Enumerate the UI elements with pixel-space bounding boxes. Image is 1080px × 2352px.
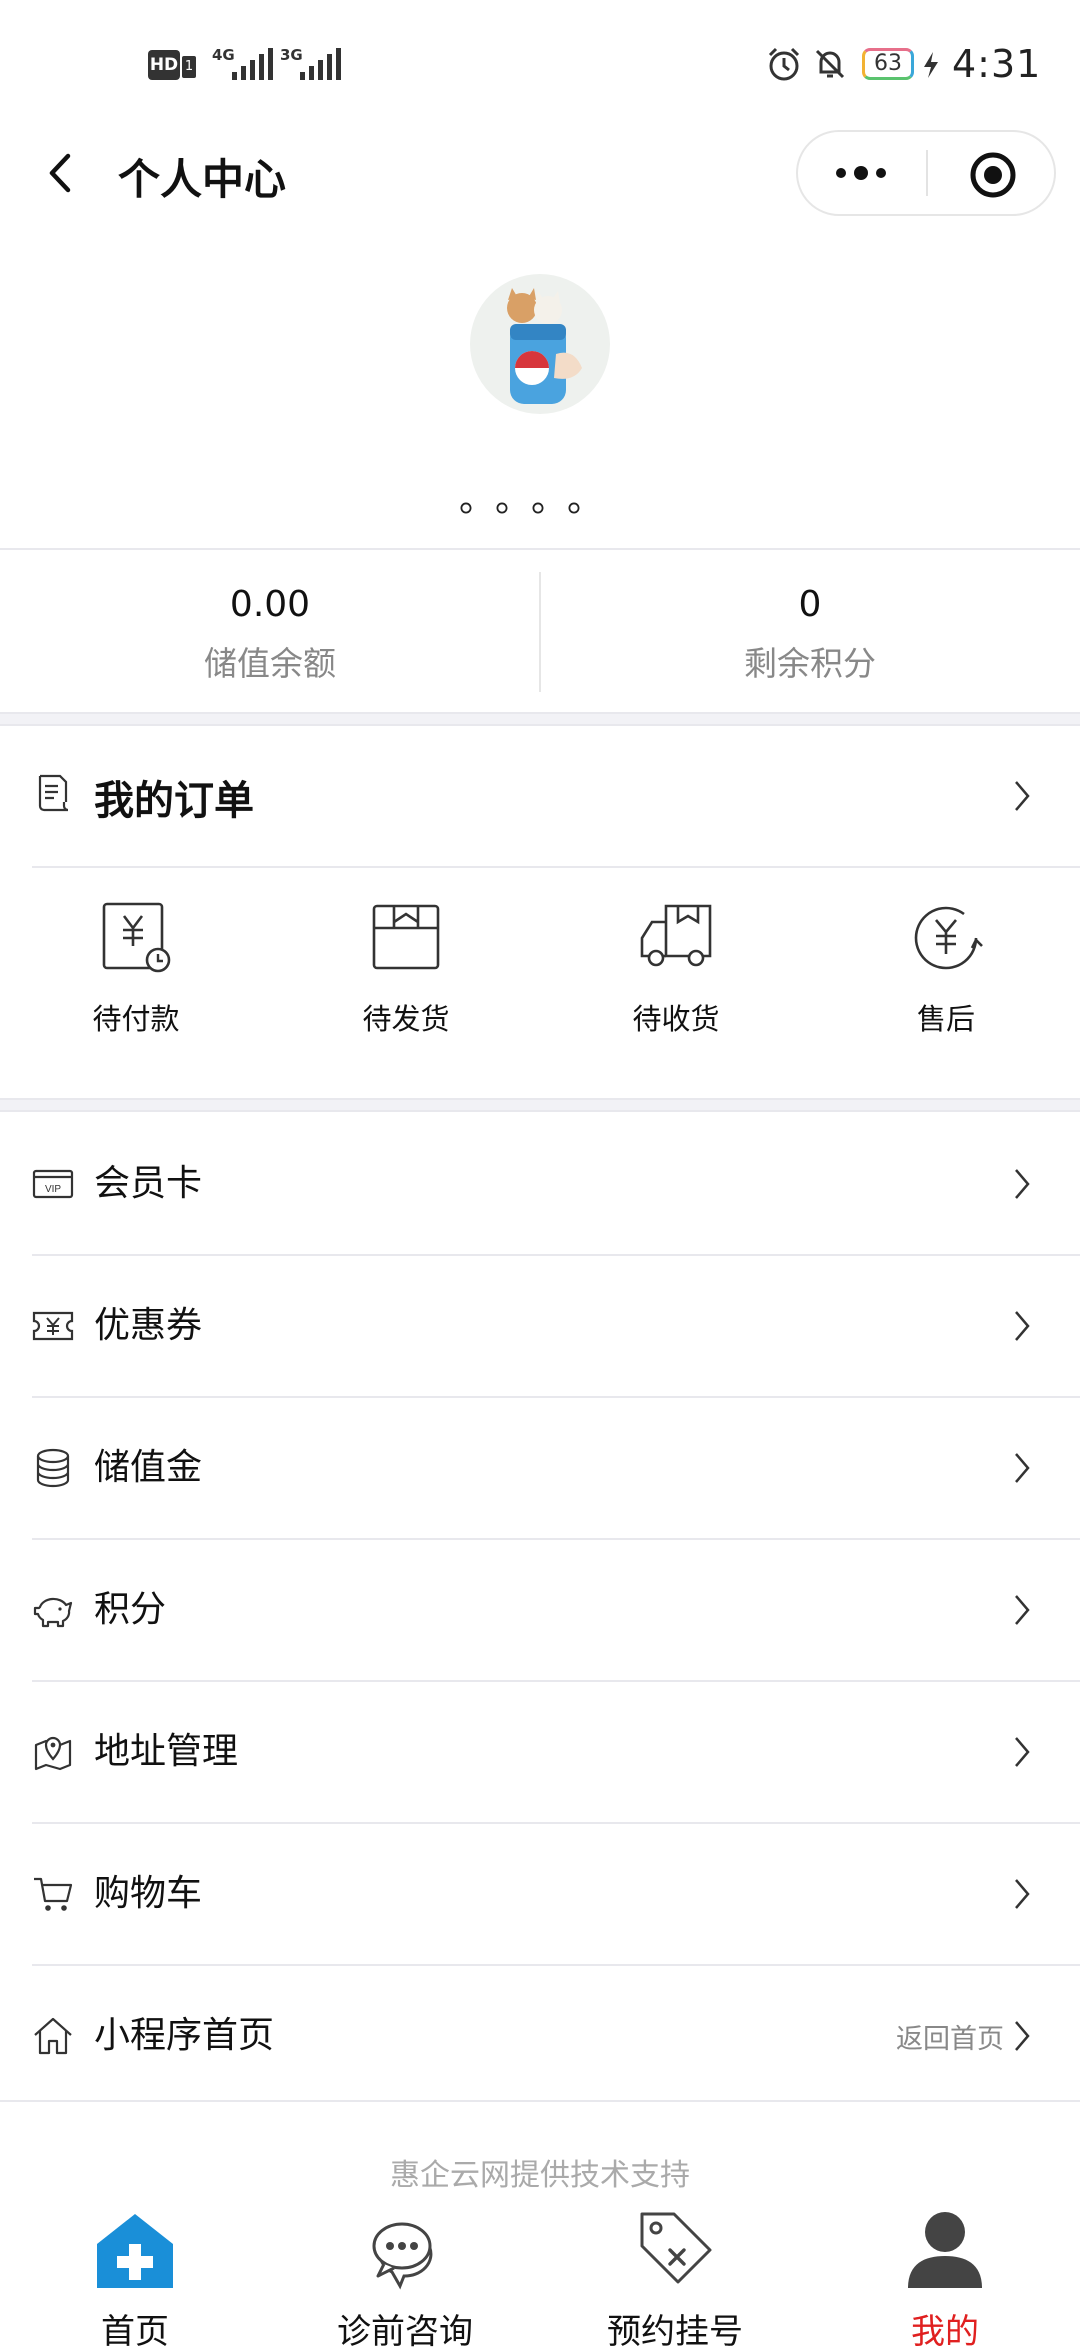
nickname: 。。。。 (458, 479, 621, 520)
chevron-right-icon (1015, 781, 1030, 811)
order-label: 售后 (916, 1002, 975, 1036)
location-icon (34, 1736, 72, 1771)
page-title: 个人中心 (118, 155, 287, 204)
divider (32, 866, 1080, 868)
footer-note: 惠企云网提供技术支持 (390, 2158, 690, 2193)
vip-card-icon: VIP (32, 1169, 74, 1199)
order-pending-payment[interactable]: 待付款 (46, 900, 226, 1038)
tab-mine[interactable]: 我的 (845, 2200, 1045, 2352)
status-bar: HD 1 4G 3G 63 4:31 (0, 0, 1080, 130)
svg-text:VIP: VIP (45, 1184, 61, 1195)
pending-shipment-icon (372, 904, 440, 970)
charging-bolt-icon (924, 52, 938, 78)
orders-title: 我的订单 (94, 778, 254, 824)
piggy-bank-icon (33, 1597, 73, 1628)
menu-item-cart[interactable]: 购物车 (0, 1824, 1080, 1964)
balance-stat[interactable]: 0.00 储值余额 (0, 570, 540, 688)
order-pending-shipment[interactable]: 待发货 (316, 900, 496, 1038)
user-icon (908, 2212, 982, 2288)
menu-item-points[interactable]: 积分 (0, 1540, 1080, 1680)
chevron-right-icon (1015, 2021, 1030, 2051)
menu-label: 地址管理 (94, 1731, 239, 1772)
order-pending-receipt[interactable]: 待收货 (586, 900, 766, 1038)
menu-label: 购物车 (94, 1873, 203, 1914)
pending-payment-icon (102, 902, 171, 973)
return-home-hint: 返回首页 (896, 2024, 1004, 2055)
menu-label: 优惠券 (94, 1305, 203, 1346)
order-label: 待付款 (92, 1002, 180, 1036)
status-time: 4:31 (952, 42, 1042, 86)
medical-cross-icon (97, 2214, 173, 2288)
signal-strength-icon-2 (300, 46, 341, 80)
menu-label: 小程序首页 (94, 2015, 275, 2056)
chevron-right-icon (1015, 1595, 1030, 1625)
menu-item-address[interactable]: 地址管理 (0, 1682, 1080, 1822)
chevron-right-icon (1015, 1169, 1030, 1199)
points-label: 剩余积分 (744, 644, 876, 683)
miniprogram-capsule (796, 130, 1056, 216)
pending-receipt-icon (640, 904, 712, 967)
chevron-right-icon (1015, 1879, 1030, 1909)
divider (0, 2100, 1080, 2102)
tab-home[interactable]: 首页 (35, 2200, 235, 2352)
coins-icon (36, 1448, 70, 1488)
avatar[interactable] (470, 274, 610, 414)
capsule-divider (926, 150, 928, 196)
chevron-right-icon (1015, 1311, 1030, 1341)
menu-label: 储值金 (94, 1447, 203, 1488)
home-icon (34, 2017, 72, 2055)
more-options-icon[interactable] (828, 146, 894, 200)
sim-slot-badge: 1 (182, 56, 196, 78)
points-value: 0 (798, 584, 822, 625)
back-arrow-icon[interactable] (36, 148, 86, 198)
close-miniprogram-icon[interactable] (968, 150, 1018, 200)
after-sales-icon (914, 906, 983, 970)
signal-strength-icon (232, 46, 273, 80)
tab-consult[interactable]: 诊前咨询 (305, 2200, 505, 2352)
cart-icon (34, 1877, 73, 1911)
balance-value: 0.00 (229, 584, 311, 625)
tag-icon (640, 2212, 712, 2284)
hd-badge: HD (148, 50, 180, 80)
menu-label: 会员卡 (94, 1163, 203, 1204)
battery-indicator: 63 (862, 48, 914, 80)
tab-label: 我的 (911, 2312, 979, 2352)
coupon-icon (32, 1311, 74, 1341)
order-label: 待发货 (362, 1002, 450, 1036)
order-after-sales[interactable]: 售后 (856, 900, 1036, 1038)
menu-item-coupon[interactable]: 优惠券 (0, 1256, 1080, 1396)
alarm-icon (768, 47, 800, 81)
balance-label: 储值余额 (204, 644, 336, 683)
chevron-right-icon (1015, 1453, 1030, 1483)
menu-item-miniprogram-home[interactable]: 小程序首页 返回首页 (0, 1966, 1080, 2106)
tab-appointment[interactable]: 预约挂号 (575, 2200, 775, 2352)
chat-bubbles-icon (372, 2222, 433, 2290)
points-stat[interactable]: 0 剩余积分 (540, 570, 1080, 688)
menu-item-stored-value[interactable]: 储值金 (0, 1398, 1080, 1538)
menu-item-vip-card[interactable]: VIP 会员卡 (0, 1114, 1080, 1254)
tab-label: 首页 (101, 2312, 169, 2352)
menu-label: 积分 (94, 1589, 167, 1630)
divider (0, 548, 1080, 550)
chevron-right-icon (1015, 1737, 1030, 1767)
section-gap (0, 712, 1080, 726)
mute-bell-icon (815, 49, 845, 79)
tab-label: 预约挂号 (607, 2312, 743, 2352)
section-gap (0, 1098, 1080, 1112)
tab-label: 诊前咨询 (337, 2312, 473, 2352)
order-list-icon (38, 774, 69, 812)
order-label: 待收货 (632, 1002, 720, 1036)
